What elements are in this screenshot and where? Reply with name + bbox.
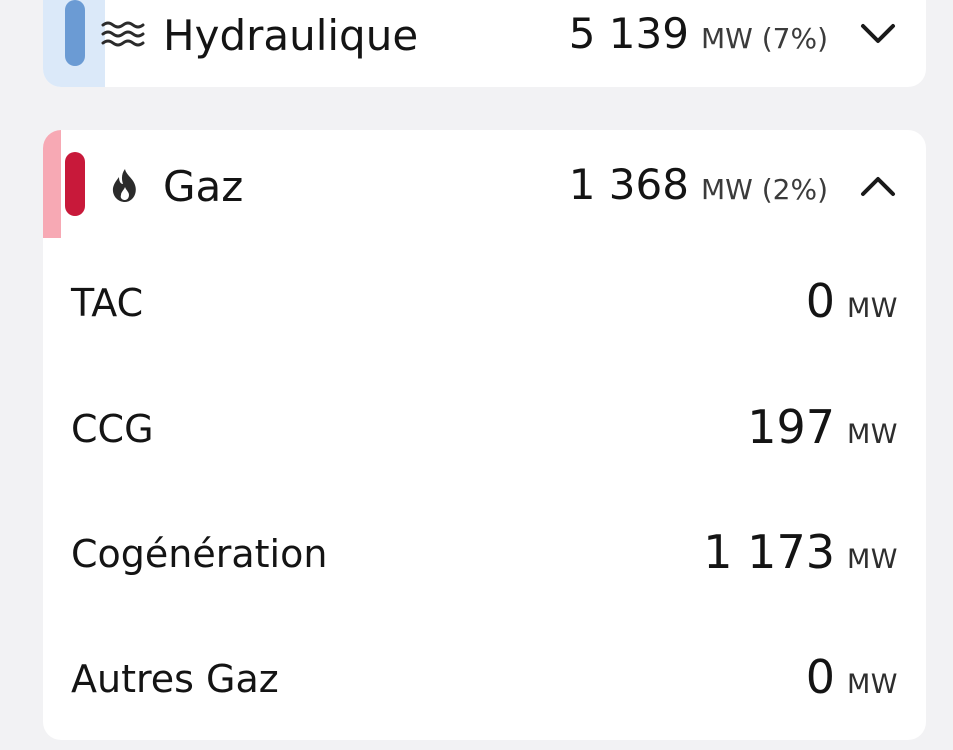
gaz-unit-percent: MW (2%) xyxy=(700,173,828,206)
gaz-subrow-ccg: CCG 197 MW xyxy=(43,388,926,468)
source-card-gaz: Gaz 1 368 MW (2%) TAC 0 MW CCG 197 MW Co… xyxy=(43,130,926,740)
subrow-mw-value: 0 xyxy=(805,274,835,328)
subrow-mw-value: 197 xyxy=(747,400,835,454)
subrow-label: Cogénération xyxy=(71,532,328,576)
hydraulique-unit-percent: MW (7%) xyxy=(700,22,828,55)
gaz-subrow-autres-gaz: Autres Gaz 0 MW xyxy=(43,638,926,718)
gaz-accent-strip xyxy=(43,130,61,238)
subrow-label: TAC xyxy=(71,281,144,325)
hydraulique-mw-value: 5 139 xyxy=(568,9,689,58)
subrow-unit: MW xyxy=(847,419,898,450)
gaz-color-pill xyxy=(65,152,85,216)
subrow-value: 0 MW xyxy=(806,278,898,324)
source-card-hydraulique[interactable]: Hydraulique 5 139 MW (7%) xyxy=(43,0,926,87)
gaz-subrow-cogeneration: Cogénération 1 173 MW xyxy=(43,513,926,593)
hydraulique-value: 5 139 MW (7%) xyxy=(569,13,828,55)
flame-icon xyxy=(107,166,143,206)
gaz-value: 1 368 MW (2%) xyxy=(569,164,828,206)
subrow-label: CCG xyxy=(71,407,154,451)
gaz-mw-value: 1 368 xyxy=(568,160,689,209)
gaz-title: Gaz xyxy=(163,162,244,211)
subrow-value: 0 MW xyxy=(806,654,898,700)
chevron-up-icon[interactable] xyxy=(856,164,900,208)
hydraulique-title: Hydraulique xyxy=(163,11,419,60)
gaz-subrow-tac: TAC 0 MW xyxy=(43,262,926,342)
subrow-unit: MW xyxy=(847,544,898,575)
subrow-mw-value: 1 173 xyxy=(703,525,835,579)
waves-icon xyxy=(99,17,147,53)
subrow-unit: MW xyxy=(847,669,898,700)
subrow-value: 197 MW xyxy=(747,404,898,450)
subrow-value: 1 173 MW xyxy=(703,529,898,575)
subrow-mw-value: 0 xyxy=(805,650,835,704)
subrow-label: Autres Gaz xyxy=(71,657,279,701)
chevron-down-icon[interactable] xyxy=(856,12,900,56)
subrow-unit: MW xyxy=(847,293,898,324)
hydraulique-color-pill xyxy=(65,0,85,66)
